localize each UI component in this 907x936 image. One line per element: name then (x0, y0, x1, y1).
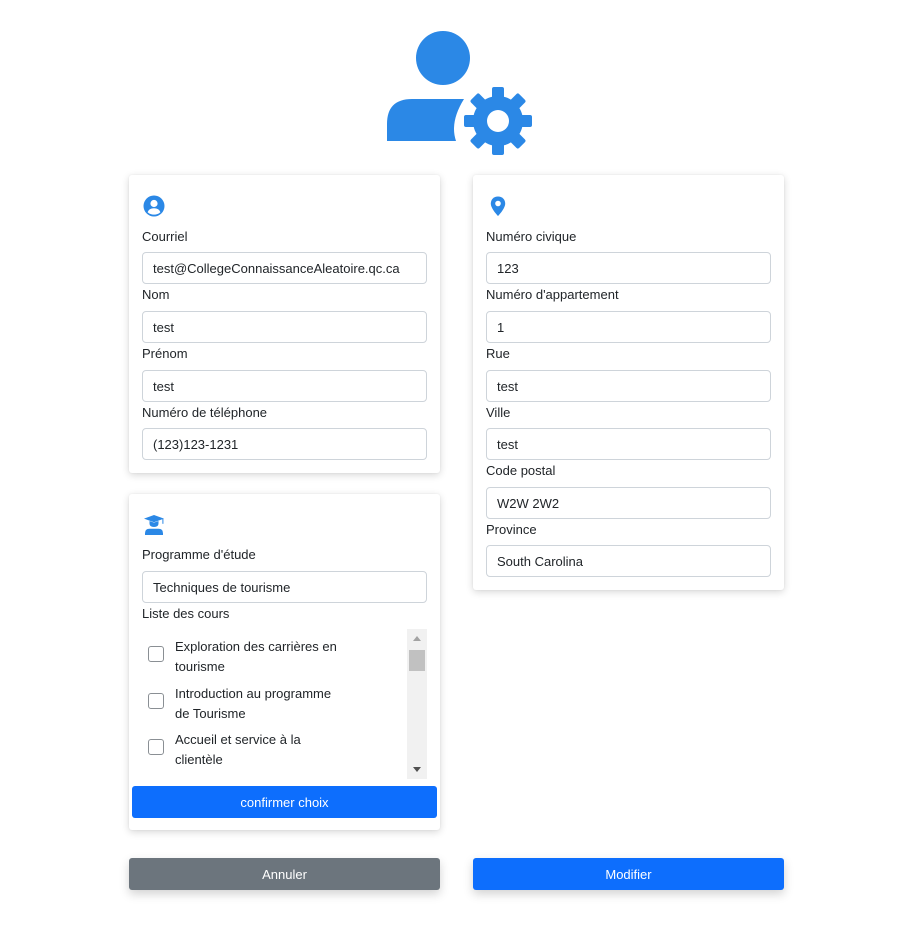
user-circle-icon (143, 195, 165, 217)
personal-info-card: Courriel Nom Prénom Numéro de téléphone (129, 175, 440, 473)
course-checkbox[interactable] (148, 646, 164, 662)
modify-button[interactable]: Modifier (473, 858, 784, 890)
user-gear-icon (387, 31, 532, 155)
address-card: Numéro civique Numéro d'appartement Rue … (473, 175, 784, 590)
postal-code-label: Code postal (486, 463, 556, 478)
phone-field[interactable] (142, 428, 427, 460)
first-name-label: Prénom (142, 346, 188, 361)
course-label: Accueil et service à la clientèle (175, 732, 301, 767)
scroll-up-arrow-icon[interactable] (407, 629, 427, 647)
email-field[interactable] (142, 252, 427, 284)
graduate-icon (144, 515, 164, 535)
scrollbar-thumb[interactable] (409, 650, 425, 671)
last-name-field[interactable] (142, 311, 427, 343)
phone-label: Numéro de téléphone (142, 405, 268, 420)
street-label: Rue (486, 346, 510, 361)
apartment-field[interactable] (486, 311, 771, 343)
civic-number-label: Numéro civique (486, 229, 577, 244)
course-list[interactable]: Exploration des carrières en tourisme In… (142, 629, 427, 779)
apartment-label: Numéro d'appartement (486, 287, 619, 302)
city-field[interactable] (486, 428, 771, 460)
scroll-down-arrow-icon[interactable] (407, 761, 427, 779)
confirm-choice-button[interactable]: confirmer choix (132, 786, 437, 818)
program-card: Programme d'étude Liste des cours Explor… (129, 494, 440, 830)
program-field[interactable] (142, 571, 427, 603)
course-checkbox[interactable] (148, 739, 164, 755)
courses-label: Liste des cours (142, 606, 230, 621)
course-label: Introduction au programme de Tourisme (175, 686, 332, 721)
map-pin-icon (490, 196, 506, 216)
civic-number-field[interactable] (486, 252, 771, 284)
city-label: Ville (486, 405, 511, 420)
street-field[interactable] (486, 370, 771, 402)
email-label: Courriel (142, 229, 188, 244)
course-checkbox[interactable] (148, 693, 164, 709)
cancel-button[interactable]: Annuler (129, 858, 440, 890)
course-list-scrollbar[interactable] (407, 629, 427, 779)
program-label: Programme d'étude (142, 547, 256, 562)
last-name-label: Nom (142, 287, 170, 302)
province-label: Province (486, 522, 537, 537)
course-label: Exploration des carrières en tourisme (175, 639, 337, 674)
first-name-field[interactable] (142, 370, 427, 402)
postal-code-field[interactable] (486, 487, 771, 519)
province-field[interactable] (486, 545, 771, 577)
